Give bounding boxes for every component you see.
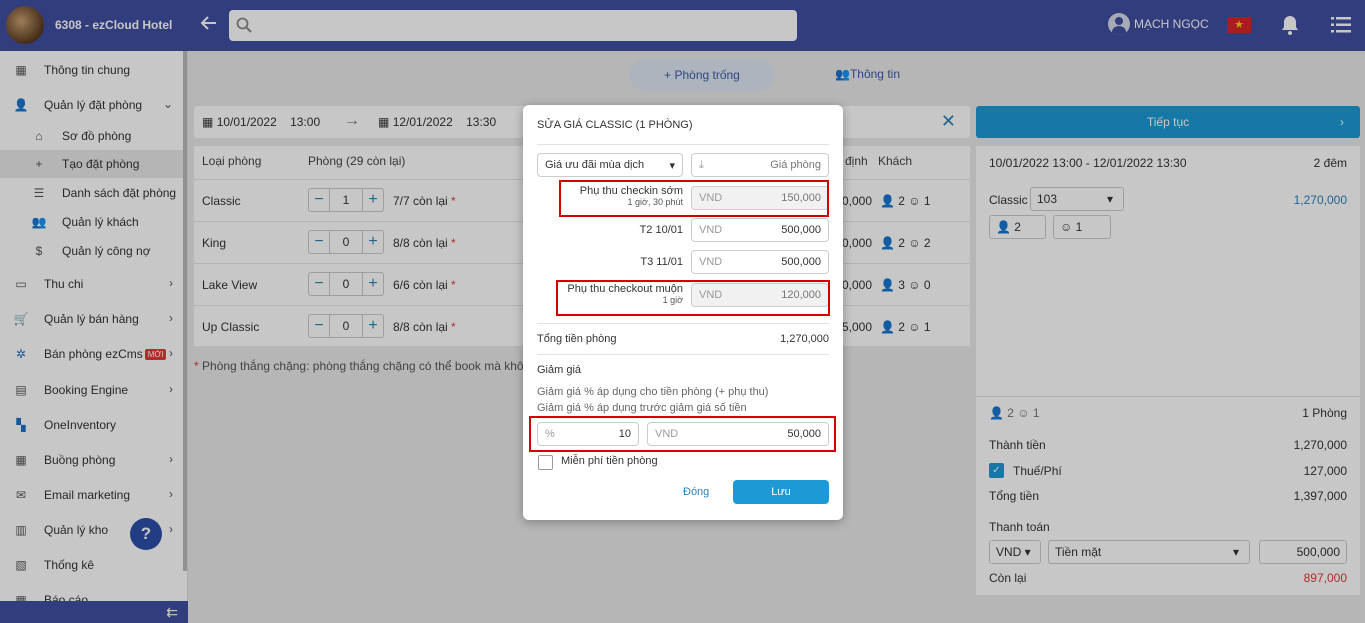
free-room-checkbox[interactable] bbox=[538, 455, 553, 470]
night-1-price-input[interactable]: VND 500,000 bbox=[691, 218, 829, 242]
total-room-label: Tổng tiền phòng bbox=[537, 333, 617, 345]
download-icon: ⤓ bbox=[699, 159, 704, 171]
room-price-placeholder: Giá phòng bbox=[770, 159, 821, 171]
night-1-label: T2 10/01 bbox=[639, 224, 683, 236]
free-room-label: Miễn phí tiền phòng bbox=[561, 455, 658, 467]
night-price-value: 500,000 bbox=[781, 224, 821, 236]
highlight-box bbox=[559, 180, 829, 217]
highlight-box bbox=[529, 416, 836, 452]
currency-prefix: VND bbox=[699, 256, 723, 268]
modal-title: SỬA GIÁ CLASSIC (1 PHÒNG) bbox=[537, 119, 693, 131]
currency-prefix: VND bbox=[699, 224, 723, 236]
night-price-value: 500,000 bbox=[781, 256, 821, 268]
caret-down-icon: ▾ bbox=[669, 160, 675, 172]
total-room-value: 1,270,000 bbox=[780, 333, 829, 345]
room-price-input[interactable]: ⤓ Giá phòng bbox=[691, 153, 829, 177]
night-2-price-input[interactable]: VND 500,000 bbox=[691, 250, 829, 274]
rate-plan-value: Giá ưu đãi mùa dịch bbox=[545, 159, 645, 171]
save-button[interactable]: Lưu bbox=[733, 480, 829, 504]
divider bbox=[537, 323, 829, 324]
divider bbox=[537, 144, 829, 145]
close-button[interactable]: Đóng bbox=[683, 486, 709, 498]
rate-plan-select[interactable]: Giá ưu đãi mùa dịch ▾ bbox=[537, 153, 683, 177]
discount-note: Giảm giá % áp dụng trước giảm giá số tiề… bbox=[537, 402, 747, 414]
divider bbox=[537, 354, 829, 355]
night-2-label: T3 11/01 bbox=[640, 256, 683, 268]
discount-title: Giảm giá bbox=[537, 364, 582, 376]
highlight-box bbox=[556, 280, 830, 316]
discount-note: Giảm giá % áp dụng cho tiền phòng (+ phụ… bbox=[537, 386, 769, 398]
